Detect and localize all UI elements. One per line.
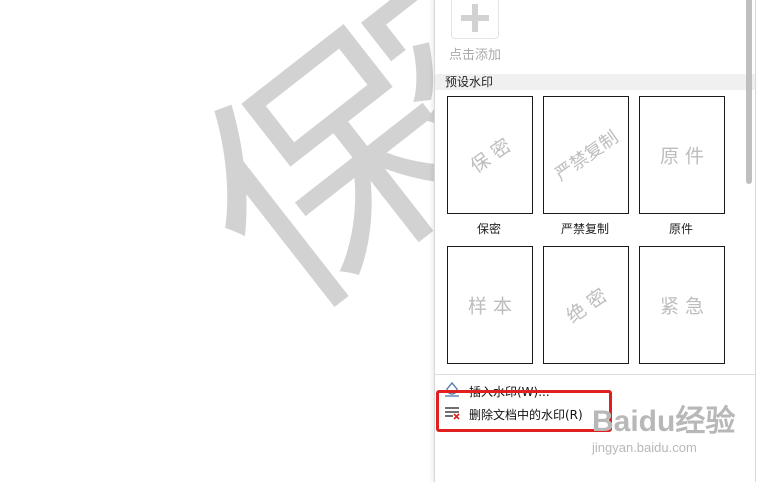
preset-tile-original[interactable]: 原 件	[639, 96, 725, 214]
preset-preview-text: 紧 急	[659, 295, 705, 318]
scrollbar-thumb[interactable]	[746, 0, 752, 184]
preset-label: 严禁复制	[560, 222, 609, 236]
plus-icon-bar	[461, 15, 489, 21]
preset-tile-top-secret[interactable]: 绝 密	[543, 246, 629, 364]
add-watermark-label[interactable]: 点击添加	[449, 44, 501, 63]
add-watermark-button[interactable]	[451, 0, 499, 39]
preset-preview-text: 绝 密	[562, 284, 612, 328]
preset-label: 保密	[476, 222, 501, 236]
preset-label: 原件	[668, 222, 693, 236]
brand-url: jingyan.baidu.com	[592, 440, 697, 455]
preset-tile-sample[interactable]: 样 本	[447, 246, 533, 364]
preset-preview-text: 样 本	[467, 295, 513, 318]
brand-logo-text: Baidu经验	[592, 405, 736, 438]
highlight-box	[436, 390, 612, 432]
preset-section-title: 预设水印	[435, 74, 755, 90]
preset-tile-confidential[interactable]: 保 密	[447, 96, 533, 214]
preset-preview-text: 原 件	[659, 145, 705, 168]
brand-watermark: Baidu经验 jingyan.baidu.com	[592, 396, 768, 466]
preset-preview-text: 保 密	[466, 134, 516, 178]
preset-tile-urgent[interactable]: 紧 急	[639, 246, 725, 364]
preset-preview-text: 严禁复制	[551, 126, 623, 186]
preset-tile-no-copy[interactable]: 严禁复制	[543, 96, 629, 214]
